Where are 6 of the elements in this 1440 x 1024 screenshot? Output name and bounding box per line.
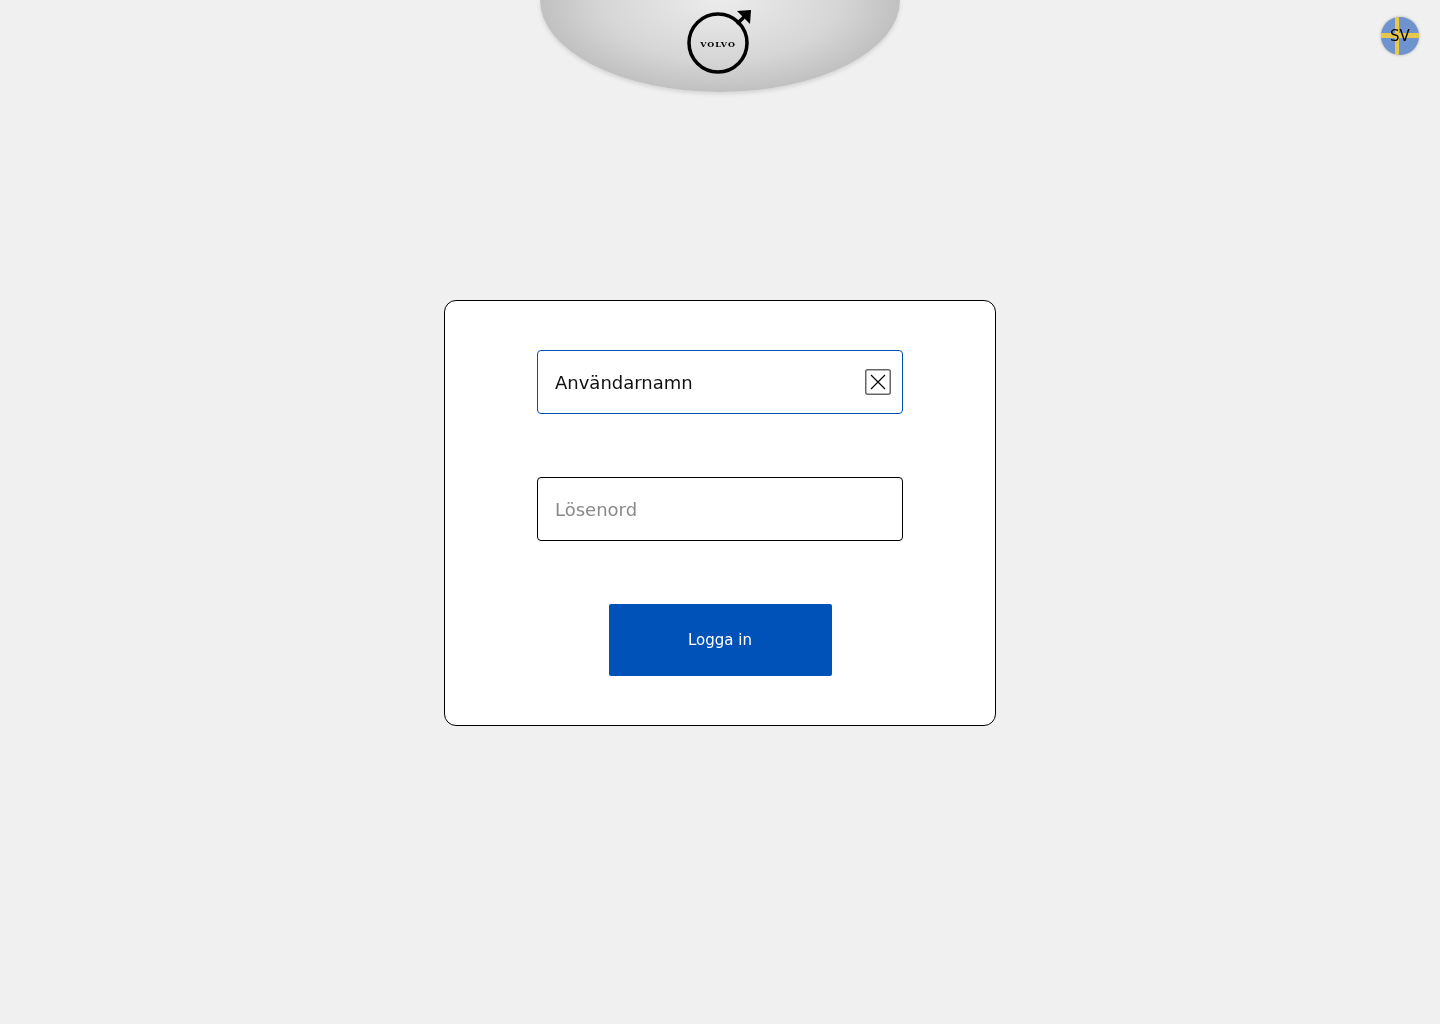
login-button[interactable]: Logga in bbox=[608, 604, 832, 676]
username-field[interactable]: Användarnamn bbox=[537, 350, 903, 414]
brand-name: VOLVO bbox=[700, 39, 736, 49]
clear-icon[interactable] bbox=[865, 369, 891, 395]
ring-arrow-icon bbox=[687, 8, 753, 74]
password-field[interactable]: Lösenord bbox=[537, 477, 903, 541]
